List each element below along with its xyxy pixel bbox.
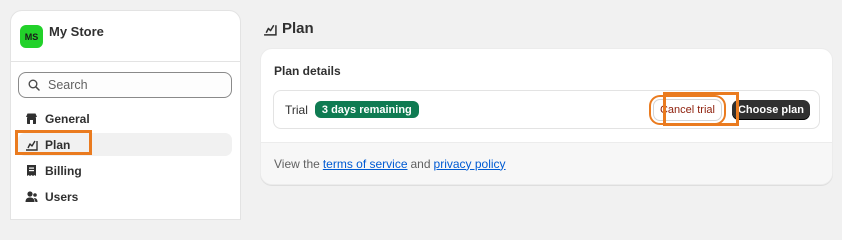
search-icon: [28, 79, 40, 91]
store-name: My Store: [49, 24, 104, 39]
cancel-trial-button[interactable]: Cancel trial: [652, 98, 722, 121]
sidebar-item-label: Users: [45, 189, 79, 204]
store-icon: [25, 112, 38, 125]
sidebar-item-billing[interactable]: Billing: [18, 159, 232, 182]
sidebar-item-label: General: [45, 111, 90, 126]
search-input[interactable]: [48, 78, 218, 92]
sidebar-item-label: Plan: [45, 137, 71, 152]
search-box[interactable]: [18, 72, 232, 98]
plan-icon: [25, 138, 38, 151]
card-heading: Plan details: [274, 64, 341, 78]
trial-row: Trial 3 days remaining Cancel trial Choo…: [273, 90, 820, 129]
footer-prefix: View the: [274, 156, 320, 171]
store-header[interactable]: MS My Store: [20, 23, 104, 48]
plan-details-card: Plan details Trial 3 days remaining Canc…: [260, 48, 833, 185]
footer-and: and: [410, 156, 431, 171]
sidebar-item-label: Billing: [45, 163, 82, 178]
page-title-text: Plan: [282, 20, 314, 37]
trial-status-badge: 3 days remaining: [314, 101, 419, 118]
sidebar-item-plan[interactable]: Plan: [18, 133, 232, 156]
card-footer: View the terms of service and privacy po…: [261, 142, 832, 184]
choose-plan-button[interactable]: Choose plan: [731, 99, 810, 120]
sidebar-item-general[interactable]: General: [18, 107, 232, 130]
privacy-policy-link[interactable]: privacy policy: [434, 157, 506, 171]
plan-icon: [263, 22, 277, 36]
trial-label: Trial: [285, 102, 308, 117]
settings-nav: General Plan Billing Users: [18, 107, 232, 211]
page-title: Plan: [263, 20, 314, 37]
sidebar-item-users[interactable]: Users: [18, 185, 232, 208]
terms-of-service-link[interactable]: terms of service: [323, 157, 408, 171]
settings-sidebar: MS My Store General Plan Billing: [10, 10, 241, 220]
users-icon: [25, 190, 38, 203]
receipt-icon: [25, 164, 38, 177]
store-avatar: MS: [20, 25, 43, 48]
sidebar-divider: [11, 61, 240, 62]
trial-actions: Cancel trial Choose plan: [652, 98, 810, 121]
